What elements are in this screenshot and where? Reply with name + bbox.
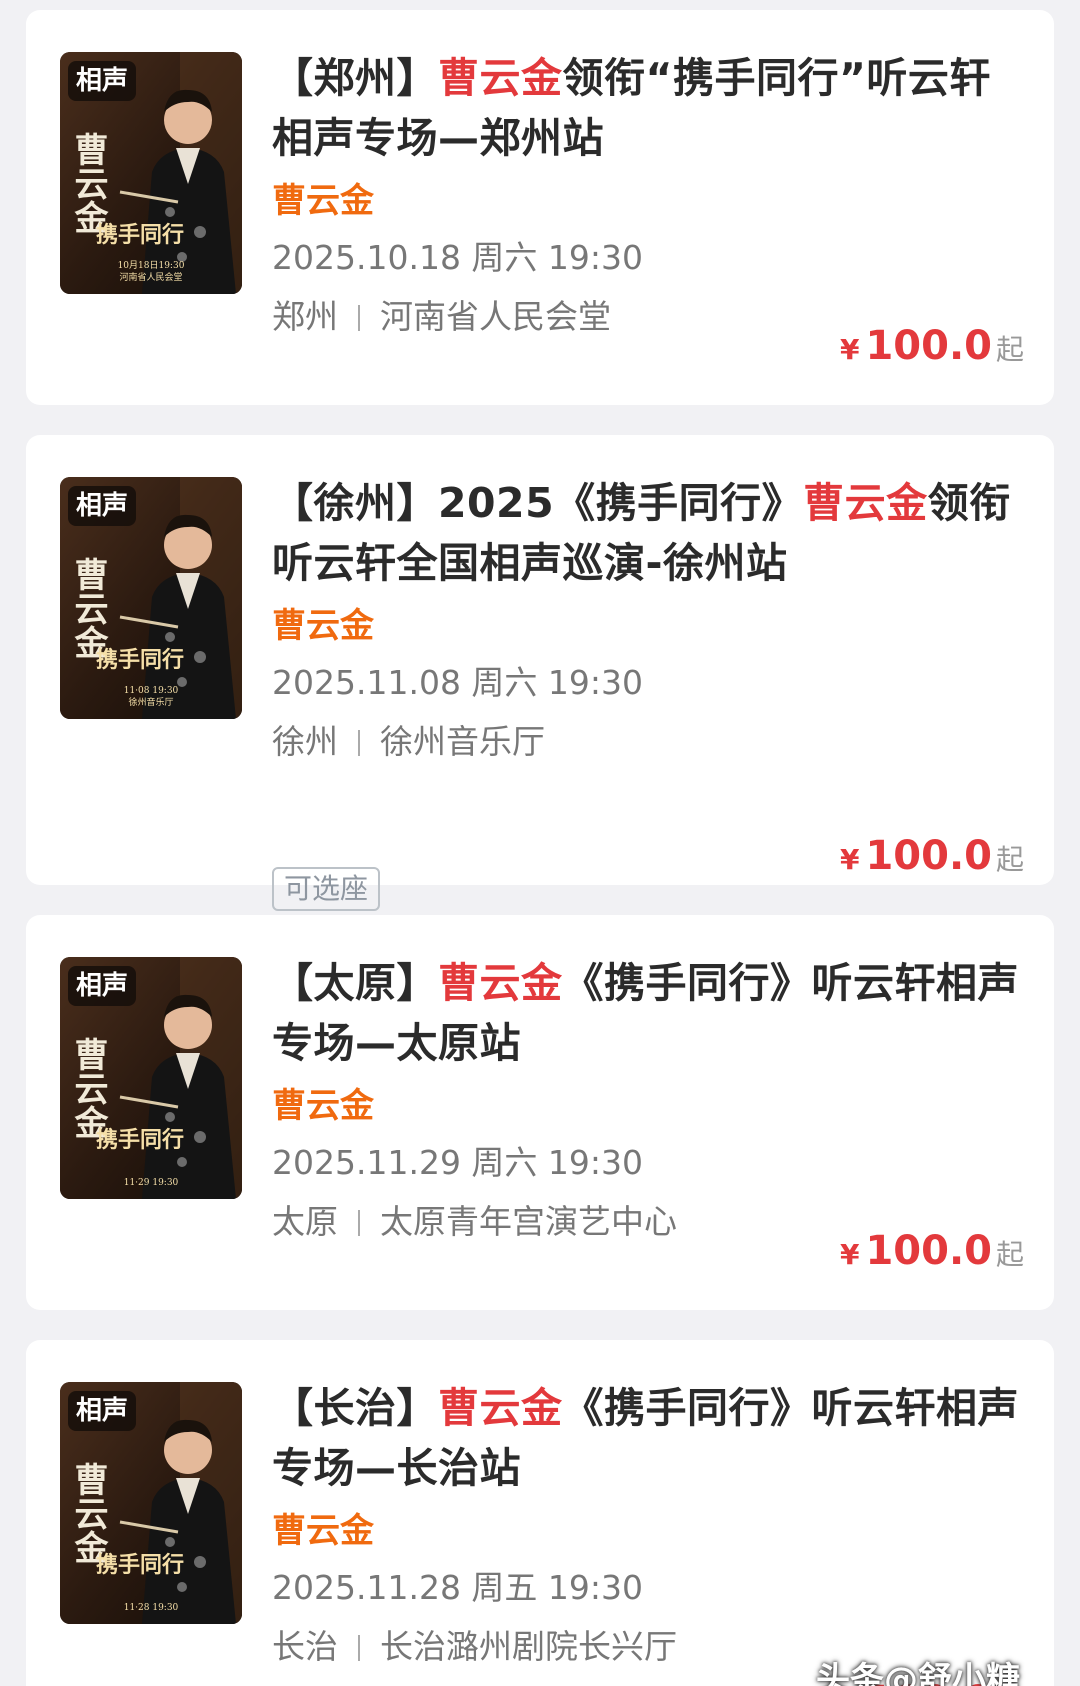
event-card[interactable]: 曹云金 携手同行 相声 11·08 19:30 徐州音乐厅 【徐州】2025《携… <box>26 435 1054 911</box>
category-tag: 相声 <box>68 1391 137 1431</box>
price-currency: ¥ <box>839 1238 860 1271</box>
category-tag: 相声 <box>68 486 137 526</box>
price-suffix: 起 <box>995 843 1024 876</box>
event-info: 【郑州】曹云金领衔“携手同行”听云轩相声专场—郑州站 曹云金 2025.10.1… <box>272 48 1024 405</box>
title-highlight: 曹云金 <box>803 479 928 527</box>
category-tag: 相声 <box>68 966 137 1006</box>
price-currency: ¥ <box>839 333 860 366</box>
title-prefix: 【徐州】2025《携手同行》 <box>272 479 804 527</box>
event-poster[interactable]: 曹云金 携手同行 相声 11·28 19:30 <box>60 1382 242 1624</box>
poster-caption-line1: 11·08 19:30 <box>123 686 179 696</box>
event-price: ¥100.0起 <box>840 833 1024 879</box>
watermark: 头条@舒小糖 <box>816 1660 1020 1686</box>
poster-slogan-4: 携手同行 <box>96 1552 184 1578</box>
poster-slogan-3: 携手同行 <box>96 1127 184 1153</box>
price-suffix: 起 <box>995 1238 1024 1271</box>
event-datetime: 2025.11.29 周六 19:30 <box>272 1143 644 1182</box>
poster-caption-line1: 10月18日19:30 <box>117 261 185 271</box>
event-card[interactable]: 曹云金 携手同行 相声 11·29 19:30 【太原】曹云金《携手同行》听云轩… <box>26 915 1054 1310</box>
poster-caption: 11·29 19:30 <box>60 1177 242 1189</box>
event-info: 【长治】曹云金《携手同行》听云轩相声专场—长治站 曹云金 2025.11.28 … <box>272 1378 1024 1686</box>
event-poster[interactable]: 曹云金 携手同行 相声 10月18日19:30 河南省人民会堂 <box>60 52 242 294</box>
title-highlight: 曹云金 <box>438 54 563 102</box>
title-prefix: 【长治】 <box>272 1384 438 1432</box>
event-venue-name: 太原青年宫演艺中心 <box>380 1202 677 1241</box>
event-city: 太原 <box>272 1202 338 1241</box>
price-suffix: 起 <box>995 333 1024 366</box>
poster-caption-line1: 11·29 19:30 <box>123 1178 179 1188</box>
category-tag: 相声 <box>68 61 137 101</box>
title-prefix: 【太原】 <box>272 959 438 1007</box>
poster-slogan-1: 携手同行 <box>96 222 184 248</box>
price-currency: ¥ <box>839 843 860 876</box>
event-venue: 徐州 徐州音乐厅 <box>272 720 1024 764</box>
price-value: 100.0 <box>865 833 992 879</box>
event-card[interactable]: 曹云金 携手同行 相声 11·28 19:30 【长治】曹云金《携手同行》听云轩… <box>26 1340 1054 1686</box>
event-venue-name: 长治潞州剧院长兴厅 <box>380 1627 677 1666</box>
event-datetime: 2025.11.08 周六 19:30 <box>272 663 644 702</box>
poster-caption-line2: 河南省人民会堂 <box>119 273 183 283</box>
price-value: 100.0 <box>865 323 992 369</box>
poster-caption: 11·08 19:30 徐州音乐厅 <box>60 685 242 709</box>
event-card[interactable]: 曹云金 携手同行 相声 10月18日19:30 河南省人民会堂 【郑州】曹云金领… <box>26 10 1054 405</box>
event-info: 【太原】曹云金《携手同行》听云轩相声专场—太原站 曹云金 2025.11.29 … <box>272 953 1024 1310</box>
event-artist[interactable]: 曹云金 <box>272 1083 1024 1129</box>
event-title[interactable]: 【徐州】2025《携手同行》曹云金领衔听云轩全国相声巡演-徐州站 <box>272 473 1024 593</box>
title-highlight: 曹云金 <box>438 1384 563 1432</box>
seat-selectable-badge: 可选座 <box>272 867 381 911</box>
venue-divider <box>358 1635 360 1661</box>
event-city: 徐州 <box>272 722 338 761</box>
event-venue-name: 河南省人民会堂 <box>380 297 611 336</box>
event-title[interactable]: 【长治】曹云金《携手同行》听云轩相声专场—长治站 <box>272 1378 1024 1498</box>
event-title[interactable]: 【郑州】曹云金领衔“携手同行”听云轩相声专场—郑州站 <box>272 48 1024 168</box>
poster-caption: 11·28 19:30 <box>60 1602 242 1614</box>
event-info: 【徐州】2025《携手同行》曹云金领衔听云轩全国相声巡演-徐州站 曹云金 202… <box>272 473 1024 911</box>
event-artist[interactable]: 曹云金 <box>272 603 1024 649</box>
poster-calligraphy-4: 曹云金 <box>68 1462 109 1564</box>
event-price: ¥100.0起 <box>840 1228 1024 1274</box>
title-highlight: 曹云金 <box>438 959 563 1007</box>
event-price: ¥100.0起 <box>840 323 1024 369</box>
event-city: 郑州 <box>272 297 338 336</box>
venue-divider <box>358 1210 360 1236</box>
poster-caption: 10月18日19:30 河南省人民会堂 <box>60 260 242 284</box>
event-datetime: 2025.10.18 周六 19:30 <box>272 238 644 277</box>
poster-calligraphy-2: 曹云金 <box>68 557 109 659</box>
title-prefix: 【郑州】 <box>272 54 438 102</box>
event-city: 长治 <box>272 1627 338 1666</box>
poster-calligraphy-3: 曹云金 <box>68 1037 109 1139</box>
poster-calligraphy-1: 曹云金 <box>68 132 109 234</box>
price-value: 100.0 <box>865 1228 992 1274</box>
poster-slogan-2: 携手同行 <box>96 647 184 673</box>
event-datetime: 2025.11.28 周五 19:30 <box>272 1568 644 1607</box>
venue-divider <box>358 305 360 331</box>
event-poster[interactable]: 曹云金 携手同行 相声 11·08 19:30 徐州音乐厅 <box>60 477 242 719</box>
event-artist[interactable]: 曹云金 <box>272 178 1024 224</box>
poster-caption-line2: 徐州音乐厅 <box>128 698 174 708</box>
event-artist[interactable]: 曹云金 <box>272 1508 1024 1554</box>
venue-divider <box>358 730 360 756</box>
event-title[interactable]: 【太原】曹云金《携手同行》听云轩相声专场—太原站 <box>272 953 1024 1073</box>
event-venue-name: 徐州音乐厅 <box>380 722 545 761</box>
poster-caption-line1: 11·28 19:30 <box>123 1603 179 1613</box>
event-poster[interactable]: 曹云金 携手同行 相声 11·29 19:30 <box>60 957 242 1199</box>
